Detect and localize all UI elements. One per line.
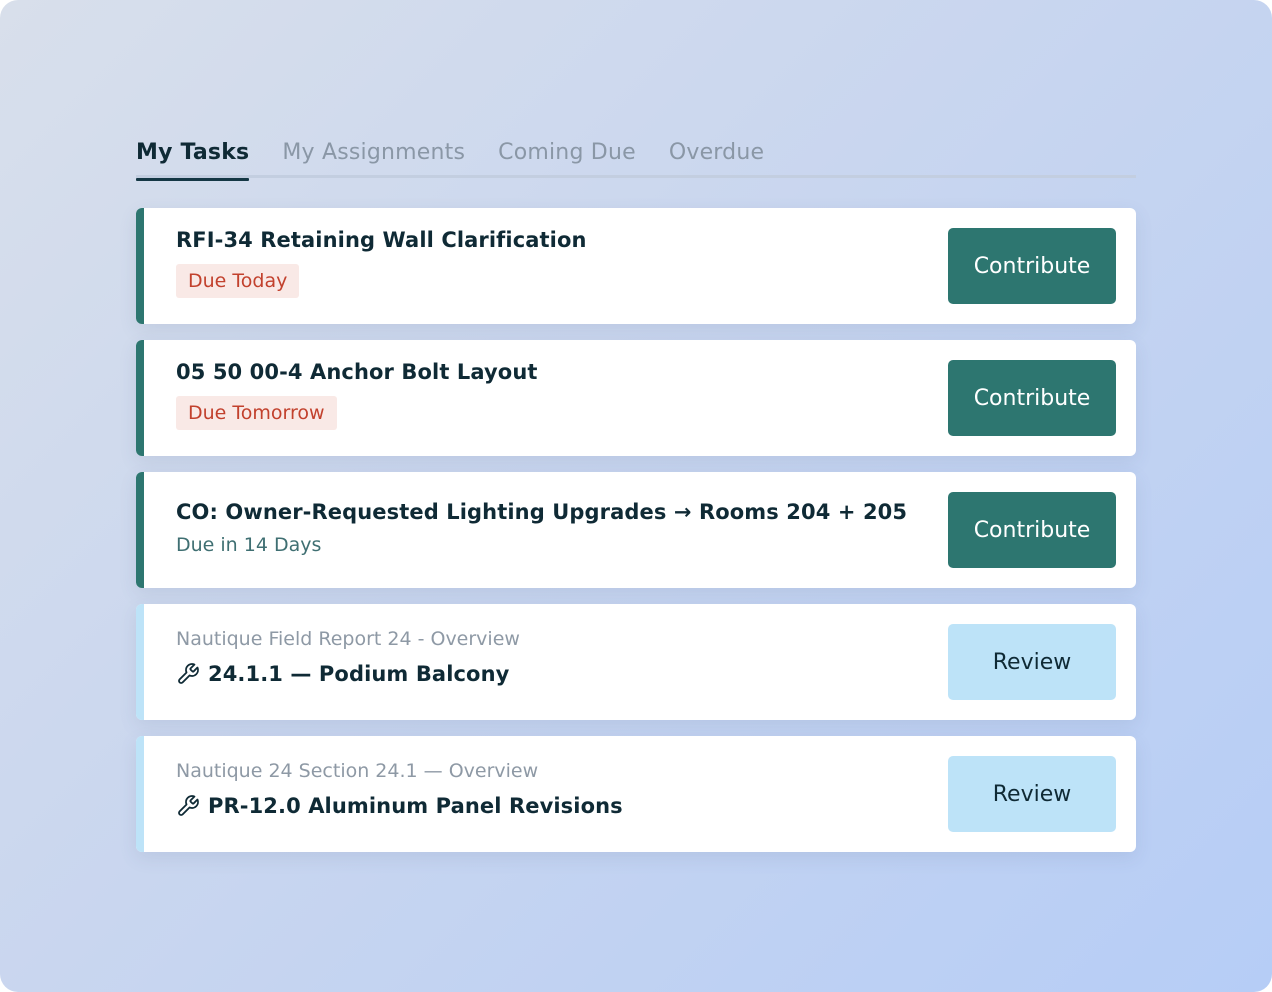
tab-bar: My Tasks My Assignments Coming Due Overd… — [136, 130, 1136, 181]
card-accent-bar — [136, 340, 144, 456]
task-details: RFI-34 Retaining Wall Clarification Due … — [176, 228, 906, 298]
tab-coming-due[interactable]: Coming Due — [498, 130, 636, 178]
wrench-icon — [178, 795, 199, 816]
card-accent-bar — [136, 604, 144, 720]
contribute-button[interactable]: Contribute — [948, 228, 1116, 304]
due-badge: Due Tomorrow — [176, 396, 337, 430]
due-text: Due in 14 Days — [176, 534, 322, 556]
task-title[interactable]: 05 50 00-4 Anchor Bolt Layout — [176, 360, 906, 384]
wrench-icon — [178, 663, 199, 684]
review-card: Nautique 24 Section 24.1 — Overview PR-1… — [136, 736, 1136, 852]
task-panel: My Tasks My Assignments Coming Due Overd… — [136, 130, 1136, 868]
review-details: Nautique Field Report 24 - Overview 24.1… — [176, 624, 906, 686]
task-card: RFI-34 Retaining Wall Clarification Due … — [136, 208, 1136, 324]
task-details: 05 50 00-4 Anchor Bolt Layout Due Tomorr… — [176, 360, 906, 430]
review-item-title: PR-12.0 Aluminum Panel Revisions — [208, 794, 623, 818]
tab-overdue[interactable]: Overdue — [669, 130, 764, 178]
review-source: Nautique Field Report 24 - Overview — [176, 628, 520, 650]
background: My Tasks My Assignments Coming Due Overd… — [0, 0, 1272, 992]
contribute-button[interactable]: Contribute — [948, 492, 1116, 568]
contribute-button[interactable]: Contribute — [948, 360, 1116, 436]
card-accent-bar — [136, 208, 144, 324]
task-details: CO: Owner-Requested Lighting Upgrades → … — [176, 500, 907, 556]
review-item[interactable]: 24.1.1 — Podium Balcony — [176, 662, 906, 686]
review-item[interactable]: PR-12.0 Aluminum Panel Revisions — [176, 794, 906, 818]
task-title[interactable]: RFI-34 Retaining Wall Clarification — [176, 228, 906, 252]
review-item-title: 24.1.1 — Podium Balcony — [208, 662, 510, 686]
due-badge: Due Today — [176, 264, 300, 298]
task-title[interactable]: CO: Owner-Requested Lighting Upgrades → … — [176, 500, 907, 524]
review-button[interactable]: Review — [948, 756, 1116, 832]
review-card: Nautique Field Report 24 - Overview 24.1… — [136, 604, 1136, 720]
task-list: RFI-34 Retaining Wall Clarification Due … — [136, 208, 1136, 852]
card-accent-bar — [136, 472, 144, 588]
tab-my-tasks[interactable]: My Tasks — [136, 130, 250, 181]
task-card: 05 50 00-4 Anchor Bolt Layout Due Tomorr… — [136, 340, 1136, 456]
review-button[interactable]: Review — [948, 624, 1116, 700]
tab-my-assignments[interactable]: My Assignments — [282, 130, 465, 178]
review-source: Nautique 24 Section 24.1 — Overview — [176, 760, 539, 782]
review-details: Nautique 24 Section 24.1 — Overview PR-1… — [176, 756, 906, 818]
task-card: CO: Owner-Requested Lighting Upgrades → … — [136, 472, 1136, 588]
card-accent-bar — [136, 736, 144, 852]
